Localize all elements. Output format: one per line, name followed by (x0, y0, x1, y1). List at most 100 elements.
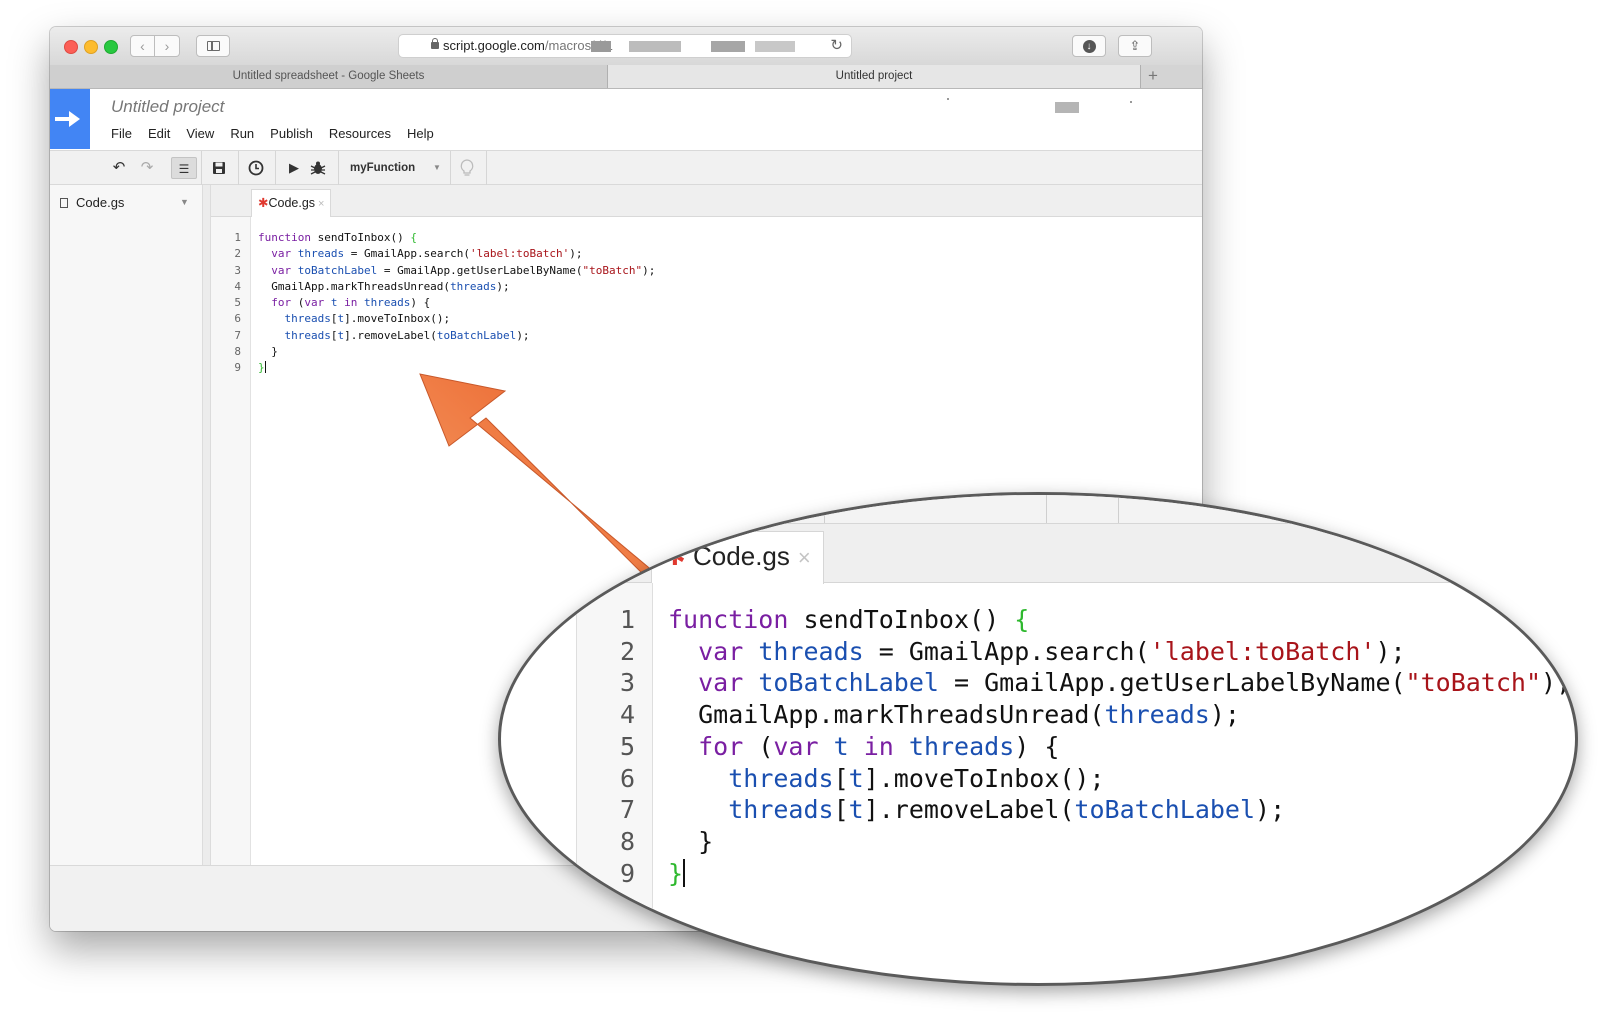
line-number: 7 (234, 328, 241, 342)
menu-edit[interactable]: Edit (148, 126, 170, 141)
code-token: 'label:toBatch' (1149, 636, 1376, 666)
redo-icon[interactable]: ↷ (136, 157, 158, 179)
function-select[interactable]: myFunction ▼ (350, 157, 448, 179)
code-token: = GmailApp.getUserLabelByName( (377, 263, 583, 277)
code-token: var (773, 731, 819, 761)
code-line: threads[t].moveToInbox(); (668, 763, 1571, 795)
code-token: } (258, 361, 265, 375)
zoom-tab-strip: ✱ Code.gs × (501, 524, 1575, 584)
lock-icon (431, 38, 439, 49)
menu-help[interactable]: Help (407, 126, 434, 141)
code-token: ) { (1014, 731, 1060, 761)
close-icon[interactable]: × (318, 198, 324, 210)
browser-tab-sheets[interactable]: Untitled spreadsheet - Google Sheets (50, 65, 608, 88)
code-line: threads[t].moveToInbox(); (258, 311, 655, 327)
apps-script-logo[interactable] (50, 89, 90, 149)
code-line: } (258, 344, 655, 360)
line-number: 8 (619, 826, 635, 856)
chevron-down-icon[interactable]: ▼ (180, 197, 189, 207)
code-token: var (698, 668, 744, 698)
code-line: for (var t in threads) { (668, 731, 1571, 763)
debug-bug-icon[interactable] (307, 157, 329, 179)
account-placeholder[interactable] (1055, 102, 1079, 113)
menu-publish[interactable]: Publish (270, 126, 313, 141)
sidebar-icon[interactable] (196, 35, 230, 57)
line-number: 4 (234, 279, 241, 293)
tab-code-gs[interactable]: ✱Code.gs × (251, 189, 332, 217)
panel-splitter[interactable] (203, 185, 211, 865)
line-number: 1 (234, 231, 241, 244)
code-token: 'label:toBatch' (469, 247, 570, 261)
code-token: toBatchLabel (297, 263, 378, 277)
undo-icon[interactable]: ↶ (108, 157, 130, 179)
code-token: function (258, 231, 311, 244)
modified-mark-icon: ✱ (664, 541, 686, 571)
arrow-logo-icon (55, 111, 80, 127)
run-icon[interactable]: ▶ (284, 157, 304, 179)
browser-tab-project[interactable]: Untitled project (608, 65, 1140, 88)
new-tab-button[interactable]: + (1140, 65, 1165, 88)
forward-icon[interactable]: › (155, 35, 180, 57)
zoom-callout: ✱ Code.gs × 123456789 function sendToInbo… (498, 492, 1578, 986)
trigger-clock-icon[interactable] (245, 157, 267, 179)
menu-run[interactable]: Run (230, 126, 254, 141)
function-select-value: myFunction (350, 162, 416, 174)
redacted-url-part (755, 41, 795, 52)
zoom-tab-label: Code.gs (693, 541, 790, 571)
code-token: threads (284, 328, 331, 342)
reload-icon[interactable]: ↻ (830, 35, 843, 57)
code-token: var (304, 296, 325, 310)
code-line: var threads = GmailApp.search('label:toB… (258, 246, 655, 262)
menu-file[interactable]: File (111, 126, 132, 141)
toolbar-separator (275, 151, 276, 185)
back-icon[interactable]: ‹ (130, 35, 155, 57)
file-panel: Code.gs ▼ (50, 185, 203, 865)
line-number: 8 (234, 345, 241, 359)
save-icon[interactable] (208, 157, 230, 179)
line-number: 6 (619, 763, 635, 793)
code-token: toBatchLabel (436, 328, 517, 342)
line-number: 6 (234, 312, 241, 326)
menu-resources[interactable]: Resources (329, 126, 391, 141)
zoom-window-icon[interactable] (104, 40, 118, 54)
zoom-code-lines: function sendToInbox() { var threads = G… (668, 604, 1571, 889)
code-token: var (271, 247, 292, 261)
download-icon[interactable]: ↓ (1072, 35, 1106, 57)
indent-icon[interactable]: ☰ (171, 157, 197, 179)
file-item[interactable]: Code.gs (60, 195, 124, 210)
code-token: t (330, 296, 338, 310)
address-bar[interactable]: script.google.com/macros/d/1 ↻ (398, 34, 852, 58)
code-token: [ (833, 763, 849, 793)
project-title[interactable]: Untitled project (111, 97, 224, 117)
menu-view[interactable]: View (186, 126, 214, 141)
code-line: threads[t].removeLabel(toBatchLabel); (258, 328, 655, 344)
zoom-tab-code-gs[interactable]: ✱ Code.gs × (651, 531, 824, 584)
close-icon[interactable]: × (798, 545, 811, 570)
header-dot (1130, 101, 1132, 103)
code-token: toBatchLabel (758, 668, 939, 698)
history-buttons: ‹ › (130, 35, 182, 57)
minimize-window-icon[interactable] (84, 40, 98, 54)
share-icon[interactable]: ⇪ (1118, 35, 1152, 57)
tab-label: Code.gs (268, 196, 316, 210)
line-number: 4 (619, 700, 635, 730)
code-token: ].removeLabel( (863, 795, 1075, 825)
lightbulb-icon[interactable] (456, 157, 478, 179)
editor-toolbar: ↶ ↷ ☰ ▶ myFunction ▼ (50, 150, 1202, 185)
code-token: [ (833, 795, 849, 825)
code-token: { (410, 231, 417, 244)
url-text: script.google.com/macros/d/1 (443, 35, 613, 57)
code-token: } (258, 345, 278, 359)
close-window-icon[interactable] (64, 40, 78, 54)
code-lines[interactable]: function sendToInbox() { var threads = G… (258, 230, 655, 377)
